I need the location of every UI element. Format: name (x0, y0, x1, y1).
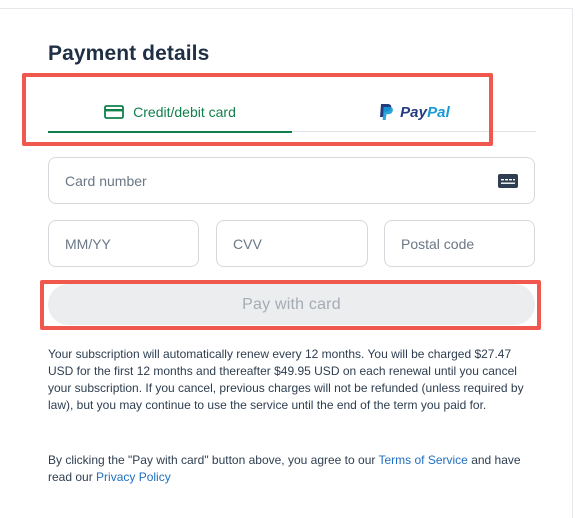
privacy-policy-link[interactable]: Privacy Policy (96, 470, 171, 484)
expiry-field[interactable]: MM/YY (48, 220, 199, 267)
terms-of-service-link[interactable]: Terms of Service (379, 453, 468, 467)
payment-method-tabs: Credit/debit card PayPal (48, 92, 536, 133)
card-type-icon (498, 174, 518, 188)
cvv-placeholder: CVV (233, 235, 262, 252)
tab-paypal[interactable]: PayPal (292, 92, 536, 132)
credit-card-icon (104, 105, 125, 119)
cvv-field[interactable]: CVV (216, 220, 368, 267)
agreement-prefix: By clicking the "Pay with card" button a… (48, 453, 379, 467)
card-number-placeholder: Card number (65, 172, 147, 189)
paypal-wordmark-pal: Pal (427, 103, 450, 121)
tab-credit-card-label: Credit/debit card (133, 104, 236, 120)
page-title: Payment details (48, 42, 210, 65)
card-number-field[interactable]: Card number (48, 157, 535, 204)
tab-credit-card[interactable]: Credit/debit card (48, 92, 292, 133)
expiry-placeholder: MM/YY (65, 235, 111, 252)
top-divider (0, 8, 572, 9)
postal-code-placeholder: Postal code (401, 235, 475, 252)
pay-with-card-button[interactable]: Pay with card (48, 284, 535, 325)
postal-code-field[interactable]: Postal code (384, 220, 535, 267)
agreement-text: By clicking the "Pay with card" button a… (48, 452, 538, 486)
renewal-notice: Your subscription will automatically ren… (48, 347, 524, 412)
paypal-wordmark-pay: Pay (400, 103, 428, 121)
payment-page: Payment details Credit/debit card PayPal… (0, 0, 584, 518)
paypal-icon (380, 104, 393, 120)
paypal-wordmark: PayPal (400, 104, 450, 121)
right-divider (572, 8, 573, 518)
